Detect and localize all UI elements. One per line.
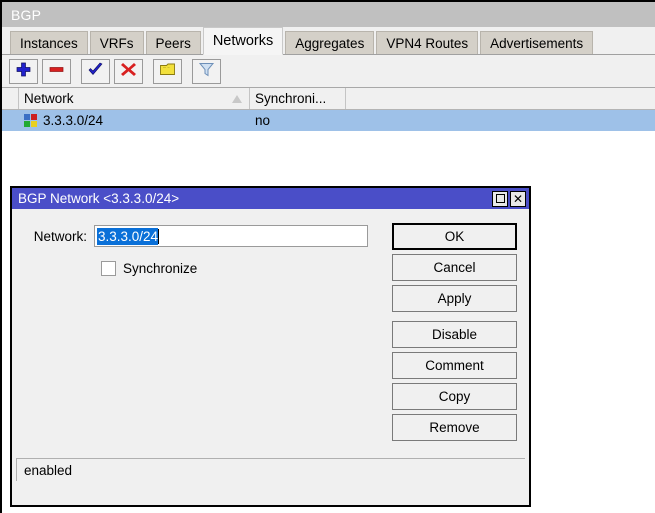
ok-button[interactable]: OK: [392, 223, 517, 250]
network-input[interactable]: 3.3.3.0/24: [94, 225, 368, 247]
row-gutter: [2, 110, 19, 131]
table-empty-area: [2, 131, 655, 154]
network-input-value: 3.3.3.0/24: [97, 228, 158, 245]
dialog-system-buttons: ✕: [490, 191, 529, 207]
tab-instances[interactable]: Instances: [10, 31, 88, 54]
network-field-row: Network: 3.3.3.0/24: [12, 225, 384, 247]
dialog-title: BGP Network <3.3.3.0/24>: [18, 191, 490, 206]
tab-vrfs[interactable]: VRFs: [90, 31, 144, 54]
cell-filler: [346, 110, 655, 131]
network-label: Network:: [12, 229, 94, 244]
network-grid-icon: [24, 114, 37, 127]
sort-ascending-icon: [232, 95, 242, 103]
cancel-button[interactable]: Cancel: [392, 254, 517, 281]
copy-button[interactable]: Copy: [392, 383, 517, 410]
toolbar: [2, 55, 655, 88]
dialog-titlebar[interactable]: BGP Network <3.3.3.0/24> ✕: [12, 188, 529, 209]
synchronize-checkbox[interactable]: [101, 261, 116, 276]
close-icon[interactable]: ✕: [510, 191, 526, 207]
cell-network-text: 3.3.3.0/24: [43, 113, 103, 128]
cross-icon: [120, 61, 137, 81]
window-title: BGP: [11, 7, 41, 23]
window-titlebar: BGP: [2, 2, 655, 27]
dialog-button-column: OK Cancel Apply Disable Comment Copy Remove: [392, 223, 517, 445]
plus-icon: [15, 61, 32, 81]
dialog-body: Network: 3.3.3.0/24 Synchronize OK Cancel…: [12, 209, 529, 485]
tab-peers[interactable]: Peers: [146, 31, 201, 54]
funnel-icon: [198, 61, 215, 81]
table-header-row: Network Synchroni...: [2, 88, 655, 110]
column-header-label: Network: [24, 91, 74, 106]
tab-bar: InstancesVRFsPeersNetworksAggregatesVPN4…: [2, 27, 655, 55]
text-caret: [158, 229, 159, 244]
cell-network: 3.3.3.0/24: [19, 110, 250, 131]
synchronize-checkbox-row[interactable]: Synchronize: [101, 261, 197, 276]
table-header-gutter: [2, 88, 19, 109]
bgp-network-dialog: BGP Network <3.3.3.0/24> ✕ Network: 3.3.…: [10, 186, 531, 507]
column-header-filler: [346, 88, 655, 109]
column-header-network[interactable]: Network: [19, 88, 250, 109]
minus-icon: [48, 61, 65, 81]
table-row[interactable]: 3.3.3.0/24 no: [2, 110, 655, 131]
tab-advertisements[interactable]: Advertisements: [480, 31, 593, 54]
status-text: enabled: [24, 463, 72, 478]
remove-button[interactable]: Remove: [392, 414, 517, 441]
cell-synchronize: no: [250, 110, 346, 131]
note-icon: [159, 61, 176, 81]
networks-table: Network Synchroni... 3.3.3.0/24 no: [2, 88, 655, 154]
add-button[interactable]: [9, 59, 38, 84]
tab-vpn4-routes[interactable]: VPN4 Routes: [376, 31, 478, 54]
check-icon: [87, 61, 104, 81]
comment-button[interactable]: [153, 59, 182, 84]
disable-button[interactable]: [114, 59, 143, 84]
disable-button[interactable]: Disable: [392, 321, 517, 348]
column-header-synchronize[interactable]: Synchroni...: [250, 88, 346, 109]
column-header-label: Synchroni...: [255, 91, 326, 106]
filter-button[interactable]: [192, 59, 221, 84]
synchronize-label: Synchronize: [123, 261, 197, 276]
dialog-status-bar: enabled: [16, 458, 525, 481]
comment-button[interactable]: Comment: [392, 352, 517, 379]
remove-button[interactable]: [42, 59, 71, 84]
enable-button[interactable]: [81, 59, 110, 84]
restore-icon[interactable]: [492, 191, 508, 207]
tab-aggregates[interactable]: Aggregates: [285, 31, 374, 54]
table-body: 3.3.3.0/24 no: [2, 110, 655, 131]
tab-networks[interactable]: Networks: [203, 27, 283, 55]
apply-button[interactable]: Apply: [392, 285, 517, 312]
